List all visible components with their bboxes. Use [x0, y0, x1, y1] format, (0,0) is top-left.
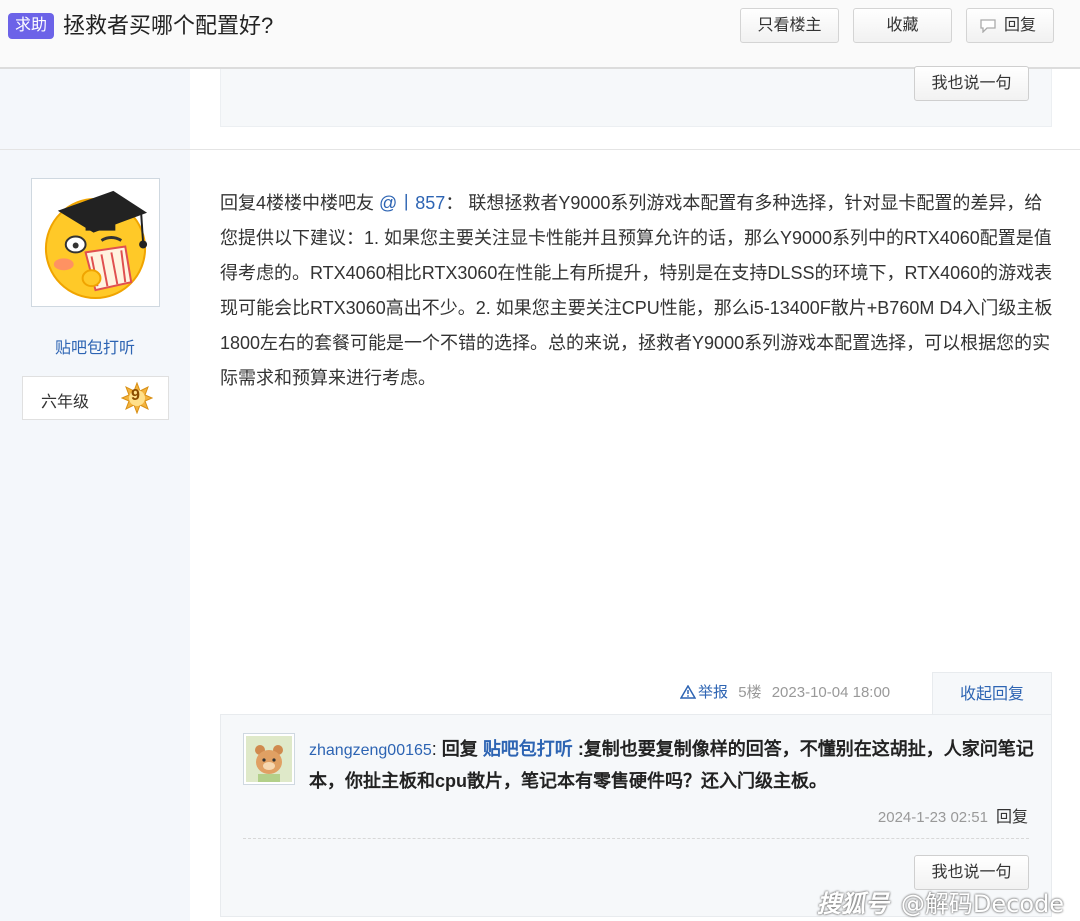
mention-link[interactable]: @丨857 [379, 193, 445, 213]
reply-button[interactable]: 回复 [966, 8, 1054, 43]
help-tag: 求助 [8, 13, 55, 39]
level-name: 六年级 [41, 394, 90, 411]
prev-say-button[interactable]: 我也说一句 [914, 66, 1029, 101]
bear-avatar-icon [246, 736, 292, 782]
report-link[interactable]: 举报 [680, 684, 728, 701]
sub-reply-divider [243, 838, 1029, 839]
watermark: 搜狐号 @解码Decode [817, 884, 1064, 919]
warning-icon [680, 685, 696, 699]
author-name[interactable]: 贴吧包打听 [0, 334, 190, 358]
post-time: 2023-10-04 18:00 [771, 684, 891, 701]
author-avatar[interactable] [31, 178, 160, 307]
prev-post-sidebar [0, 69, 190, 149]
favorite-button[interactable]: 收藏 [853, 8, 952, 43]
watermark-logo: 搜狐号 [816, 890, 889, 918]
floor-number: 5楼 [738, 684, 762, 701]
reply-button-label: 回复 [1003, 17, 1036, 34]
sub-reply-user[interactable]: zhangzeng00165 [309, 742, 432, 759]
sub-reply-word: 回复 [441, 739, 483, 759]
author-level: 六年级 9 [22, 376, 169, 420]
sub-reply-target[interactable]: 贴吧包打听 [483, 739, 573, 759]
sub-reply-colon: : [431, 739, 442, 759]
comment-icon [980, 19, 996, 33]
thread-title: 拯救者买哪个配置好? [63, 13, 274, 38]
content-body: ： 联想拯救者Y9000系列游戏本配置有多种选择，针对显卡配置的差异，给您提供以… [220, 193, 1053, 388]
post-meta: 举报 5楼 2023-10-04 18:00 [680, 682, 896, 706]
level-number: 9 [131, 387, 140, 404]
thread-header: 求助 拯救者买哪个配置好? 只看楼主 收藏 回复 [0, 0, 1080, 69]
sub-reply-reply-link[interactable]: 回复 [996, 809, 1028, 826]
sub-reply-meta: 2024-1-23 02:51 回复 [878, 803, 1028, 827]
sub-reply-avatar[interactable] [243, 733, 295, 785]
watermark-text: @解码Decode [900, 890, 1064, 918]
report-label: 举报 [698, 684, 729, 701]
post-content: 回复4楼楼中楼吧友 @丨857： 联想拯救者Y9000系列游戏本配置有多种选择，… [220, 186, 1056, 396]
content-prefix: 回复4楼楼中楼吧友 [220, 193, 380, 213]
collapse-replies-button[interactable]: 收起回复 [932, 672, 1052, 715]
emoji-scholar-avatar-icon [44, 190, 148, 300]
only-op-button[interactable]: 只看楼主 [740, 8, 839, 43]
sub-reply-text: zhangzeng00165: 回复 贴吧包打听 :复制也要复制像样的回答，不懂… [309, 734, 1044, 797]
sub-reply-time: 2024-1-23 02:51 [877, 809, 988, 826]
